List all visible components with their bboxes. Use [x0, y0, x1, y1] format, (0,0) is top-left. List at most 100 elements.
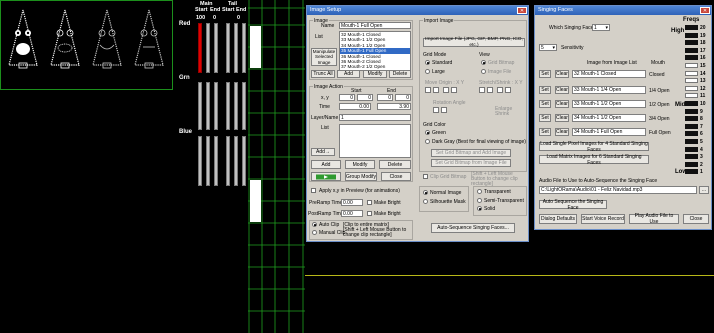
green-radio[interactable]: [425, 130, 430, 135]
which-face-select[interactable]: 1 ▾: [592, 24, 610, 31]
semi-transparent-radio[interactable]: [477, 198, 482, 203]
red-main-start-slider[interactable]: [198, 23, 202, 73]
grn-main-mid-slider[interactable]: [206, 82, 210, 130]
grid-bitmap-radio[interactable]: [481, 60, 486, 65]
dialog-defaults-button[interactable]: Dialog Defaults: [539, 214, 577, 224]
preramp-input[interactable]: 0.00: [341, 199, 363, 206]
play-audio-file-button[interactable]: Play Audio File to Use: [629, 213, 679, 225]
blue-tail-mid-slider[interactable]: [234, 136, 238, 186]
normal-image-radio[interactable]: [423, 190, 428, 195]
clear-quarter-open-button[interactable]: Clear: [555, 86, 569, 94]
three-quarter-open-image-field[interactable]: 34 Mouth-1 1/2 Open: [572, 114, 646, 122]
large-radio[interactable]: [425, 69, 430, 74]
import-image-file-button[interactable]: Import Image File (JPG, GIF, BMP, PNG, I…: [423, 37, 525, 48]
blue-main-start-slider[interactable]: [198, 136, 202, 186]
audio-file-input[interactable]: C:\LightORama\Audio\01 - Feliz Navidad.m…: [539, 186, 697, 194]
rotate-left[interactable]: [433, 107, 439, 113]
red-main-end-slider[interactable]: [214, 23, 218, 73]
name-input[interactable]: Mouth-1 Full Open: [339, 22, 411, 29]
play-preview-button[interactable]: [311, 172, 341, 181]
set-grid-bitmap-from-button[interactable]: Set Grid Bitmap from Image File: [431, 159, 511, 167]
solid-radio[interactable]: [477, 206, 482, 211]
delete-action-button[interactable]: Delete: [379, 160, 411, 169]
preview-pane[interactable]: [0, 0, 173, 90]
action-list[interactable]: [339, 124, 411, 158]
clear-half-open-button[interactable]: Clear: [555, 100, 569, 108]
add-image-button[interactable]: Add: [337, 70, 360, 78]
end-x-input[interactable]: 0: [377, 94, 393, 101]
start-voice-record-button[interactable]: Start Voice Record: [581, 214, 625, 224]
set-three-quarter-open-button[interactable]: Set: [539, 114, 551, 122]
set-half-open-button[interactable]: Set: [539, 100, 551, 108]
singing-faces-titlebar[interactable]: Singing Faces ✕: [535, 6, 711, 15]
apply-xy-checkbox[interactable]: [311, 188, 316, 193]
dark-gray-radio[interactable]: [425, 139, 430, 144]
time-start-input[interactable]: 0.00: [339, 103, 371, 110]
clear-closed-button[interactable]: Clear: [555, 70, 569, 78]
make-bright-pre-checkbox[interactable]: [367, 200, 372, 205]
clear-full-open-button[interactable]: Clear: [555, 128, 569, 136]
auto-sequence-singing-faces-button[interactable]: Auto-Sequence Singing Faces...: [431, 223, 515, 233]
manual-clip-radio[interactable]: [312, 230, 317, 235]
transparent-radio[interactable]: [477, 189, 482, 194]
move-origin-x-left[interactable]: [425, 87, 431, 93]
close-icon[interactable]: ✕: [700, 7, 710, 14]
move-origin-y-up[interactable]: [443, 87, 449, 93]
postramp-input[interactable]: 0.00: [341, 210, 363, 217]
closed-image-field[interactable]: 32 Mouth-1 Closed: [572, 70, 646, 78]
trunc-all-button[interactable]: Trunc All: [311, 70, 335, 78]
blue-main-mid-slider[interactable]: [206, 136, 210, 186]
red-tail-end-slider[interactable]: [242, 23, 246, 73]
time-end-input[interactable]: 3.90: [377, 103, 411, 110]
close-icon[interactable]: ✕: [517, 7, 527, 14]
start-y-input[interactable]: 0: [357, 94, 373, 101]
modify-action-button[interactable]: Modify: [345, 160, 375, 169]
set-quarter-open-button[interactable]: Set: [539, 86, 551, 94]
grn-main-start-slider[interactable]: [198, 82, 202, 130]
modify-image-button[interactable]: Modify: [363, 70, 387, 78]
close-button[interactable]: Close: [381, 172, 411, 181]
quarter-open-image-field[interactable]: 33 Mouth-1 1/4 Open: [572, 86, 646, 94]
close-singing-faces-button[interactable]: Close: [683, 214, 709, 224]
image-setup-titlebar[interactable]: Image Setup ✕: [307, 6, 528, 15]
set-full-open-button[interactable]: Set: [539, 128, 551, 136]
move-origin-x-right[interactable]: [433, 87, 439, 93]
set-grid-bitmap-add-button[interactable]: Set Grid Bitmap and Add Image: [431, 149, 511, 157]
sensitivity-select[interactable]: 5 ▾: [539, 44, 557, 51]
make-bright-post-checkbox[interactable]: [367, 211, 372, 216]
add-action-arrow-button[interactable]: Add→: [311, 148, 335, 156]
grn-tail-start-slider[interactable]: [226, 82, 230, 130]
stretch-y-down[interactable]: [505, 87, 511, 93]
manipulate-selected-button[interactable]: Manipulate Selected Image: [311, 48, 337, 66]
silhouette-mask-radio[interactable]: [423, 199, 428, 204]
load-matrix-images-button[interactable]: Load Matrix Images for 6 Standard Singin…: [539, 154, 649, 166]
rotate-right[interactable]: [441, 107, 447, 113]
group-modify-button[interactable]: Group Modify: [345, 172, 377, 181]
clip-grid-bitmap-checkbox[interactable]: [423, 174, 428, 179]
load-single-pixel-button[interactable]: Load Single Pixel Images for 4 Standard …: [539, 141, 649, 153]
layer-input[interactable]: 1: [339, 114, 411, 121]
red-tail-start-slider[interactable]: [226, 23, 230, 73]
blue-main-end-slider[interactable]: [214, 136, 218, 186]
start-x-input[interactable]: 0: [339, 94, 355, 101]
end-y-input[interactable]: 0: [395, 94, 411, 101]
image-file-radio[interactable]: [481, 69, 486, 74]
full-open-image-field[interactable]: 34 Mouth-1 Full Open: [572, 128, 646, 136]
browse-audio-button[interactable]: ...: [699, 186, 709, 194]
red-main-mid-slider[interactable]: [206, 23, 210, 73]
grn-tail-end-slider[interactable]: [242, 82, 246, 130]
grn-main-end-slider[interactable]: [214, 82, 218, 130]
image-list[interactable]: 32 Mouth-1 Closed 33 Mouth-1 1/2 Open 34…: [339, 31, 411, 71]
standard-radio[interactable]: [425, 60, 430, 65]
stretch-x-left[interactable]: [479, 87, 485, 93]
stretch-y-up[interactable]: [497, 87, 503, 93]
delete-image-button[interactable]: Delete: [389, 70, 411, 78]
stretch-x-right[interactable]: [487, 87, 493, 93]
grn-tail-mid-slider[interactable]: [234, 82, 238, 130]
blue-tail-start-slider[interactable]: [226, 136, 230, 186]
clear-three-quarter-open-button[interactable]: Clear: [555, 114, 569, 122]
red-tail-mid-slider[interactable]: [234, 23, 238, 73]
half-open-image-field[interactable]: 33 Mouth-1 1/2 Open: [572, 100, 646, 108]
matrix-grid[interactable]: [248, 0, 305, 333]
auto-sequence-face-button[interactable]: Auto Sequence the Singing Face: [539, 199, 607, 211]
